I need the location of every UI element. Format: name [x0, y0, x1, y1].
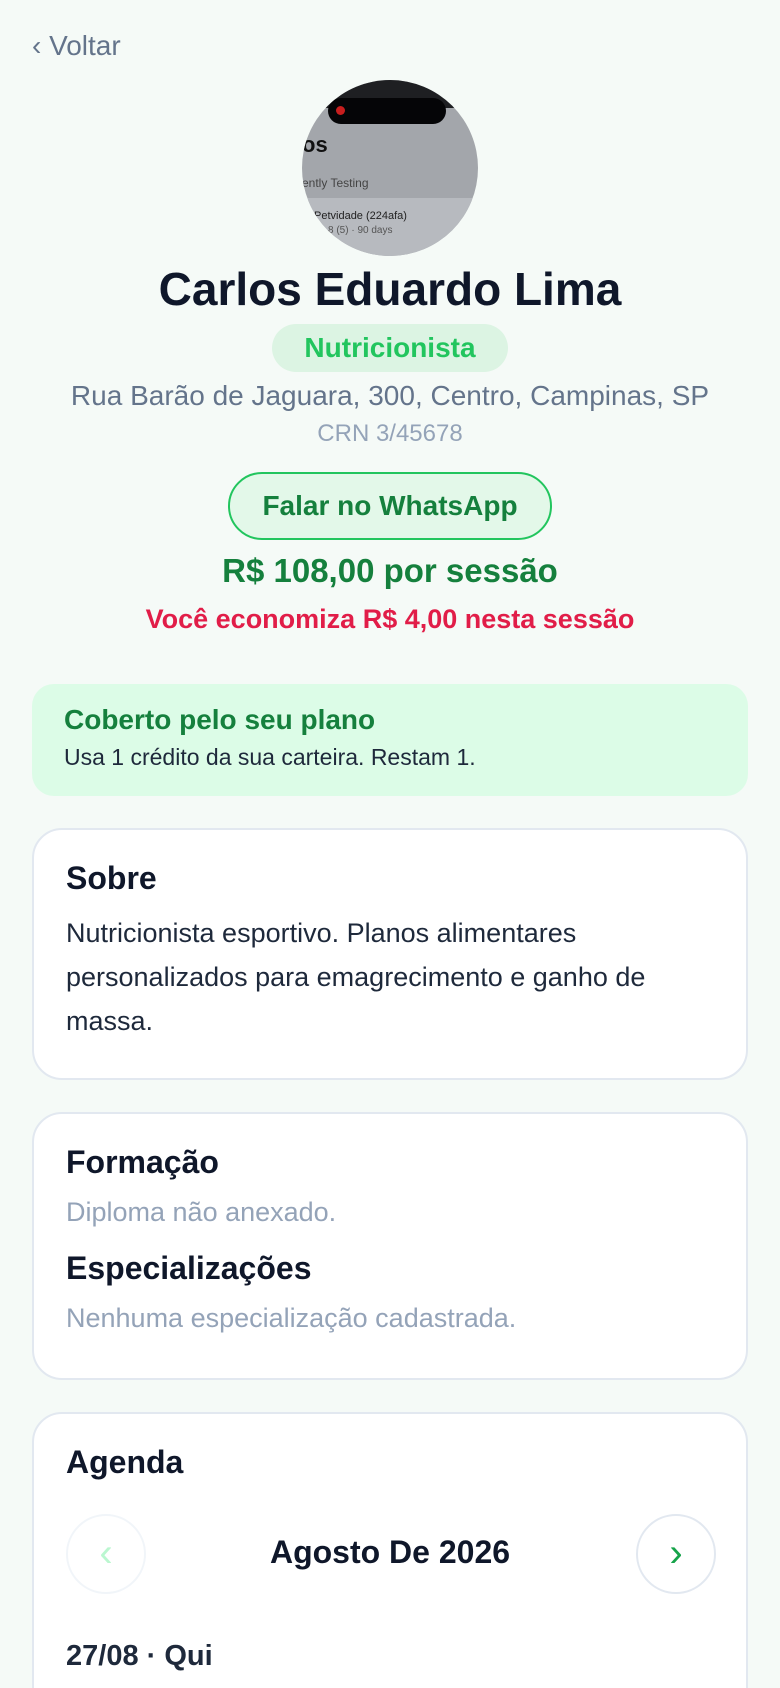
avatar-text-2: ently Testing: [302, 176, 369, 190]
professional-name: Carlos Eduardo Lima: [158, 263, 622, 315]
avatar-text-4: 8 (5) · 90 days: [328, 225, 393, 236]
session-saving: Você economiza R$ 4,00 nesta sessão: [145, 604, 635, 634]
next-month-button[interactable]: ›: [636, 1514, 716, 1594]
education-card: Formação Diploma não anexado. Especializ…: [32, 1112, 748, 1380]
avatar-dynamic-island: [328, 98, 446, 124]
agenda-card: Agenda ‹ Agosto De 2026 › 27/08 · Qui: [32, 1412, 748, 1688]
avatar-text-1: os: [302, 132, 328, 157]
specialties-text: Nenhuma especialização cadastrada.: [66, 1303, 517, 1333]
registration-number: CRN 3/45678: [317, 420, 463, 447]
education-title: Formação: [66, 1144, 219, 1180]
day-label[interactable]: 27/08 · Qui: [66, 1640, 213, 1673]
address: Rua Barão de Jaguara, 300, Centro, Campi…: [70, 380, 710, 411]
whatsapp-button[interactable]: Falar no WhatsApp: [228, 472, 552, 540]
agenda-title: Agenda: [66, 1444, 184, 1480]
session-price: R$ 108,00 por sessão: [222, 552, 558, 589]
coverage-title: Coberto pelo seu plano: [64, 704, 376, 735]
plan-coverage-banner: Coberto pelo seu plano Usa 1 crédito da …: [32, 684, 748, 796]
coverage-description: Usa 1 crédito da sua carteira. Restam 1.: [64, 744, 476, 770]
about-card: Sobre Nutricionista esportivo. Planos al…: [32, 828, 748, 1080]
about-title: Sobre: [66, 860, 157, 896]
education-text: Diploma não anexado.: [66, 1197, 337, 1227]
back-button[interactable]: ‹ Voltar: [32, 30, 121, 62]
specialties-title: Especializações: [66, 1250, 312, 1286]
chevron-right-icon: ›: [669, 1531, 683, 1575]
avatar-text-3: Petvidade (224afa): [314, 210, 407, 222]
about-text: Nutricionista esportivo. Planos alimenta…: [66, 918, 646, 1036]
avatar-record-dot: [336, 106, 345, 115]
avatar: os ently Testing Petvidade (224afa) 8 (5…: [302, 80, 478, 256]
role-badge: Nutricionista: [272, 324, 508, 372]
professional-profile-page: ‹ Voltar os ently Testing Petvidade (224…: [0, 0, 780, 1688]
